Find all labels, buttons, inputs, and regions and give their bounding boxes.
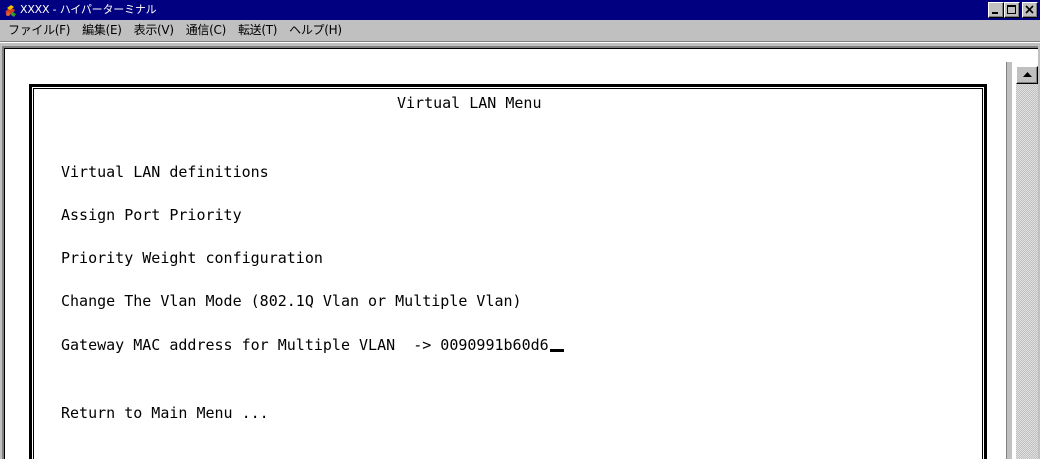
gateway-mac-text: Gateway MAC address for Multiple VLAN ->…: [61, 336, 549, 354]
menu-option-vlan-mode[interactable]: Change The Vlan Mode (802.1Q Vlan or Mul…: [61, 292, 522, 310]
scroll-up-arrow-icon: [1023, 72, 1032, 77]
text-cursor: [549, 349, 564, 352]
hyperterminal-icon[interactable]: [3, 3, 18, 17]
title-buttons: [988, 2, 1038, 18]
menu-option-return-main[interactable]: Return to Main Menu ...: [61, 404, 269, 422]
maximize-button[interactable]: [1004, 2, 1020, 18]
menubar-separator: [0, 41, 1040, 43]
menu-call[interactable]: 通信(C): [180, 21, 232, 40]
close-button[interactable]: [1022, 2, 1038, 18]
vertical-scrollbar[interactable]: [1012, 62, 1040, 459]
minimize-button[interactable]: [988, 2, 1004, 18]
menu-option-priority-weight[interactable]: Priority Weight configuration: [61, 249, 323, 267]
close-icon: [1025, 5, 1034, 14]
menu-file[interactable]: ファイル(F): [2, 21, 76, 40]
menu-edit[interactable]: 編集(E): [76, 21, 127, 40]
menu-option-assign-port-priority[interactable]: Assign Port Priority: [61, 206, 242, 224]
menu-option-vlan-definitions[interactable]: Virtual LAN definitions: [61, 163, 269, 181]
hyperterminal-window: XXXX - ハイパーターミナル ファイル(F) 編集(E) 表示(V) 通信(…: [0, 0, 1040, 459]
menu-view[interactable]: 表示(V): [128, 21, 180, 40]
menu-option-gateway-mac[interactable]: Gateway MAC address for Multiple VLAN ->…: [61, 336, 564, 354]
terminal-heading: Virtual LAN Menu: [397, 94, 542, 112]
minimize-icon: [992, 12, 998, 14]
scroll-up-button[interactable]: [1016, 66, 1038, 84]
maximize-icon: [1007, 5, 1016, 14]
menu-transfer[interactable]: 転送(T): [232, 21, 283, 40]
scroll-track[interactable]: [1016, 84, 1038, 459]
menu-help[interactable]: ヘルプ(H): [283, 21, 348, 40]
window-title: XXXX - ハイパーターミナル: [20, 3, 157, 16]
menu-bar: ファイル(F) 編集(E) 表示(V) 通信(C) 転送(T) ヘルプ(H): [0, 20, 1040, 41]
title-bar[interactable]: XXXX - ハイパーターミナル: [0, 0, 1040, 20]
